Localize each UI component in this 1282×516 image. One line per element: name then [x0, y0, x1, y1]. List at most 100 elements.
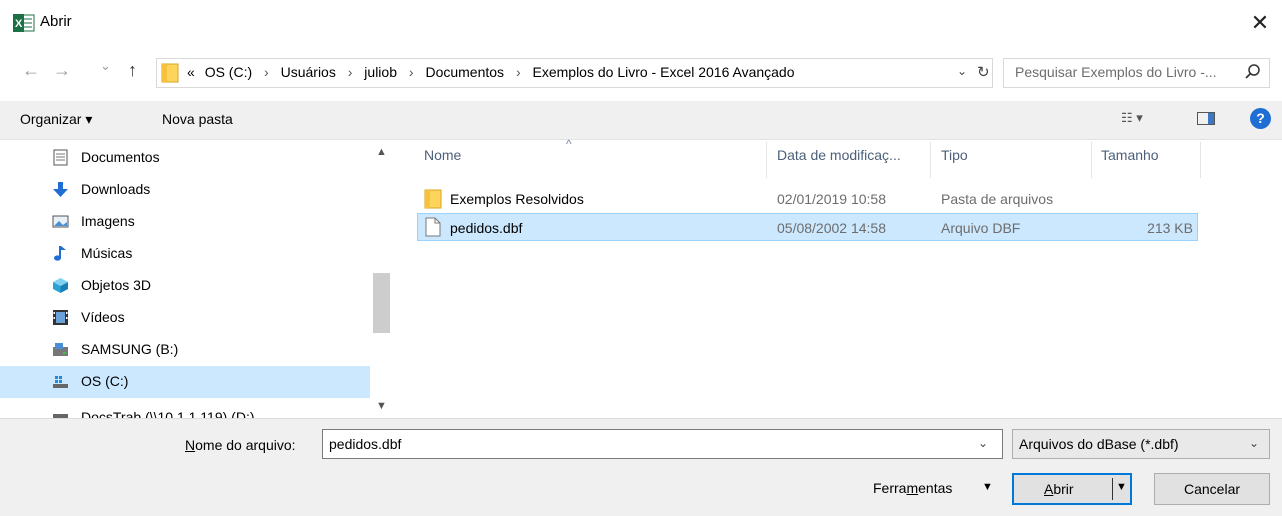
- breadcrumb: « OS (C:) › Usuários › juliob › Document…: [187, 64, 795, 80]
- filename-dropdown-icon[interactable]: ⌄: [978, 436, 988, 450]
- sidebar-item-label: DocsTrab (\\10.1.1.119) (D:): [81, 409, 255, 418]
- sidebar-item-downloads[interactable]: Downloads: [0, 174, 370, 206]
- open-button[interactable]: Abrir ▼: [1012, 473, 1132, 505]
- open-dropdown-icon[interactable]: ▼: [1116, 481, 1127, 493]
- column-header-name[interactable]: Nome: [424, 147, 461, 181]
- breadcrumb-exemplos[interactable]: Exemplos do Livro - Excel 2016 Avançado: [533, 64, 795, 80]
- breadcrumb-separator[interactable]: ›: [348, 64, 353, 80]
- help-icon[interactable]: ?: [1250, 108, 1271, 129]
- address-bar[interactable]: « OS (C:) › Usuários › juliob › Document…: [156, 58, 993, 88]
- tools-label-part: entas: [918, 480, 953, 496]
- filetype-value[interactable]: Arquivos do dBase (*.dbf): [1019, 436, 1179, 452]
- sidebar-item-label: SAMSUNG (B:): [81, 341, 179, 357]
- tools-label-part: Ferra: [873, 480, 907, 496]
- file-modified: 02/01/2019 10:58: [777, 191, 886, 207]
- close-button[interactable]: ✕: [1242, 8, 1278, 38]
- sidebar-item-samsung[interactable]: SAMSUNG (B:): [0, 334, 370, 366]
- windows-drive-icon: [53, 376, 68, 388]
- folder-icon: [161, 63, 179, 83]
- download-icon: [53, 182, 68, 197]
- column-header-type[interactable]: Tipo: [941, 147, 968, 181]
- file-list: [392, 140, 1282, 418]
- breadcrumb-juliob[interactable]: juliob: [364, 64, 397, 80]
- tools-dropdown-icon[interactable]: ▼: [982, 481, 993, 493]
- file-row-pedidos-dbf[interactable]: pedidos.dbf 05/08/2002 14:58 Arquivo DBF…: [417, 213, 1198, 241]
- filename-value[interactable]: pedidos.dbf: [329, 436, 401, 452]
- file-type: Arquivo DBF: [941, 220, 1021, 236]
- folder-icon: [424, 189, 442, 209]
- preview-pane-icon[interactable]: [1197, 112, 1215, 125]
- recent-locations-icon[interactable]: ⌄: [100, 58, 111, 74]
- file-row-exemplos-resolvidos[interactable]: Exemplos Resolvidos 02/01/2019 10:58 Pas…: [417, 185, 1198, 213]
- pictures-icon: [52, 215, 69, 228]
- sidebar-item-videos[interactable]: Vídeos: [0, 302, 370, 334]
- column-header-size[interactable]: Tamanho: [1101, 147, 1159, 181]
- sidebar-item-documentos[interactable]: Documentos: [0, 142, 370, 174]
- breadcrumb-overflow[interactable]: «: [187, 64, 195, 80]
- breadcrumb-usuarios[interactable]: Usuários: [281, 64, 336, 80]
- breadcrumb-os-c[interactable]: OS (C:): [205, 64, 252, 80]
- sidebar-item-label: Vídeos: [81, 309, 125, 325]
- open-split-divider: [1112, 478, 1113, 500]
- usb-drive-icon: [53, 343, 68, 356]
- svg-text:X: X: [15, 18, 23, 30]
- sidebar-item-label: Documentos: [81, 149, 160, 165]
- video-icon: [53, 310, 68, 325]
- open-accesskey: A: [1044, 481, 1054, 497]
- filename-label-text: ome do arquivo:: [195, 437, 296, 453]
- document-icon: [53, 149, 68, 166]
- back-arrow-icon[interactable]: ←: [22, 60, 40, 81]
- sidebar-item-musicas[interactable]: Músicas: [0, 238, 370, 270]
- file-size: 213 KB: [1147, 220, 1193, 236]
- search-box[interactable]: Pesquisar Exemplos do Livro -...: [1003, 58, 1270, 88]
- file-icon: [425, 217, 441, 237]
- scroll-up-icon[interactable]: ▲: [376, 146, 387, 158]
- sidebar-item-objetos-3d[interactable]: Objetos 3D: [0, 270, 370, 302]
- address-dropdown-icon[interactable]: ⌄: [957, 64, 967, 78]
- breadcrumb-documentos[interactable]: Documentos: [425, 64, 504, 80]
- filename-field[interactable]: pedidos.dbf ⌄: [322, 429, 1003, 459]
- column-divider[interactable]: [766, 142, 767, 178]
- sidebar-item-imagens[interactable]: Imagens: [0, 206, 370, 238]
- scrollbar-thumb[interactable]: [373, 273, 390, 333]
- breadcrumb-separator[interactable]: ›: [264, 64, 269, 80]
- filename-label: Nome do arquivo:: [185, 437, 296, 453]
- column-divider[interactable]: [1091, 142, 1092, 178]
- search-input[interactable]: Pesquisar Exemplos do Livro -...: [1015, 64, 1217, 80]
- filetype-dropdown-icon[interactable]: ⌄: [1249, 436, 1259, 450]
- cancel-button[interactable]: Cancelar: [1154, 473, 1270, 505]
- sidebar-item-docstrab[interactable]: DocsTrab (\\10.1.1.119) (D:): [0, 402, 370, 418]
- file-modified: 05/08/2002 14:58: [777, 220, 886, 236]
- sidebar-item-label: Downloads: [81, 181, 151, 197]
- navigation-pane: Documentos Downloads Imagens Músicas Obj…: [0, 140, 392, 418]
- organize-menu[interactable]: Organizar ▾: [20, 111, 92, 128]
- refresh-icon[interactable]: ↻: [977, 63, 990, 81]
- filename-label-accesskey: N: [185, 437, 196, 453]
- network-drive-icon: [53, 414, 68, 418]
- tools-label-accesskey: m: [906, 480, 919, 496]
- open-button-label: Abrir: [1044, 481, 1074, 497]
- window-title: Abrir: [40, 13, 72, 30]
- excel-app-icon: X: [13, 14, 35, 32]
- column-divider[interactable]: [930, 142, 931, 178]
- up-arrow-icon[interactable]: ↑: [128, 60, 137, 81]
- scroll-down-icon[interactable]: ▼: [376, 400, 387, 412]
- filetype-select[interactable]: Arquivos do dBase (*.dbf) ⌄: [1012, 429, 1270, 459]
- sort-ascending-icon: ^: [566, 137, 572, 151]
- new-folder-button[interactable]: Nova pasta: [162, 111, 233, 127]
- breadcrumb-separator[interactable]: ›: [516, 64, 521, 80]
- cube-icon: [53, 278, 68, 293]
- column-divider[interactable]: [1200, 142, 1201, 178]
- search-icon[interactable]: [1244, 62, 1262, 82]
- sidebar-item-label: OS (C:): [81, 373, 129, 389]
- sidebar-item-label: Objetos 3D: [81, 277, 152, 293]
- file-name: Exemplos Resolvidos: [450, 191, 584, 207]
- forward-arrow-icon[interactable]: →: [53, 60, 71, 81]
- sidebar-item-os-c[interactable]: OS (C:): [0, 366, 370, 398]
- column-header-modified[interactable]: Data de modificaç...: [777, 147, 901, 181]
- music-icon: [54, 246, 66, 261]
- open-label-rest: brir: [1053, 481, 1074, 497]
- breadcrumb-separator[interactable]: ›: [409, 64, 414, 80]
- view-options-button[interactable]: ☷ ▾: [1121, 110, 1143, 126]
- tools-menu[interactable]: Ferramentas: [873, 480, 952, 496]
